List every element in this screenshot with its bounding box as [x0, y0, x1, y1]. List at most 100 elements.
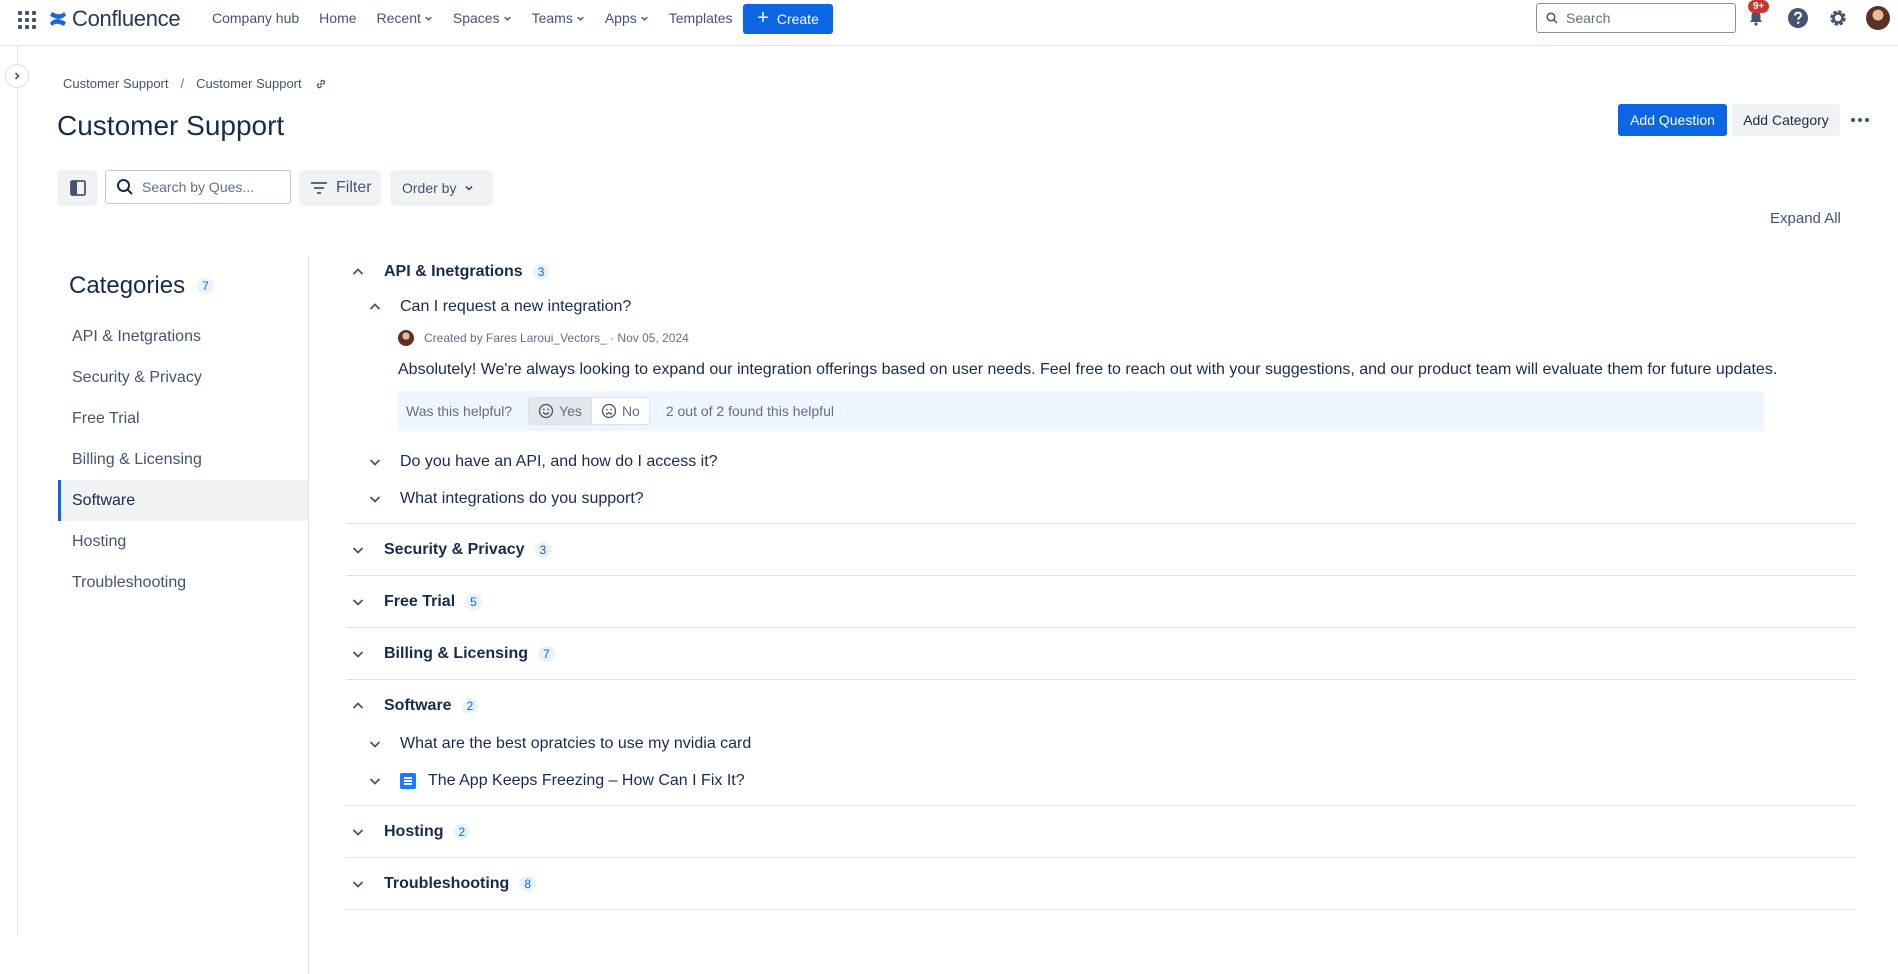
helpful-no-button[interactable]: No — [591, 398, 649, 424]
chevron-down-icon — [368, 737, 388, 751]
expand-all-button[interactable]: Expand All — [1770, 210, 1841, 227]
nav-apps[interactable]: Apps — [605, 10, 649, 26]
chevron-down-icon — [351, 595, 371, 609]
filter-button[interactable]: Filter — [299, 170, 381, 206]
chevron-down-icon — [368, 492, 388, 506]
help-button[interactable] — [1786, 6, 1810, 30]
question-text: The App Keeps Freezing – How Can I Fix I… — [428, 771, 745, 789]
toggle-panel-button[interactable] — [58, 170, 98, 206]
helpful-yes-button[interactable]: Yes — [529, 398, 592, 424]
chevron-down-icon — [351, 825, 371, 839]
global-search-input[interactable]: Search — [1536, 3, 1736, 33]
nav-recent[interactable]: Recent — [377, 10, 433, 26]
yes-label: Yes — [559, 403, 582, 419]
section-count: 2 — [453, 823, 471, 840]
chevron-down-icon — [351, 877, 371, 891]
section-count: 5 — [465, 593, 482, 610]
chevron-down-icon — [368, 774, 388, 788]
nav-links: Company hub Home Recent Spaces Teams App… — [212, 0, 753, 36]
meta-text: Created by Fares Laroui_Vectors_ · Nov 0… — [424, 331, 689, 345]
app-switcher-icon[interactable] — [16, 9, 36, 29]
question-text: Do you have an API, and how do I access … — [400, 452, 718, 470]
section-name: Free Trial — [384, 592, 456, 610]
section-header-software[interactable]: Software 2 — [346, 680, 1856, 725]
nav-spaces-label: Spaces — [452, 10, 500, 26]
top-navigation: Confluence Company hub Home Recent Space… — [0, 0, 1898, 46]
chevron-up-icon — [351, 265, 371, 279]
category-item-troubleshooting[interactable]: Troubleshooting — [58, 562, 308, 603]
breadcrumb-separator: / — [180, 76, 185, 91]
chevron-down-icon — [351, 647, 371, 661]
nav-company-hub[interactable]: Company hub — [212, 10, 299, 26]
question-search-input[interactable]: Search by Ques... — [105, 170, 291, 204]
section-name: Hosting — [384, 822, 444, 840]
category-item-free-trial[interactable]: Free Trial — [58, 398, 308, 439]
section-header-free-trial[interactable]: Free Trial 5 — [346, 576, 1856, 627]
nav-recent-label: Recent — [376, 10, 421, 26]
section-header-security[interactable]: Security & Privacy 3 — [346, 524, 1856, 575]
category-item-hosting[interactable]: Hosting — [58, 521, 308, 562]
question-header[interactable]: Can I request a new integration? — [346, 288, 1856, 325]
logo-text: Confluence — [72, 6, 181, 31]
more-actions-icon[interactable] — [1846, 108, 1874, 132]
section-header-api[interactable]: API & Inetgrations 3 — [346, 256, 1856, 288]
categories-title: Categories — [69, 272, 186, 299]
chevron-up-icon — [351, 699, 371, 713]
link-icon[interactable] — [314, 77, 328, 91]
no-label: No — [621, 403, 640, 419]
confluence-logo-icon — [50, 12, 66, 26]
question-meta: Created by Fares Laroui_Vectors_ · Nov 0… — [398, 325, 1856, 351]
helpful-bar: Was this helpful? Yes No 2 out of 2 foun… — [398, 391, 1764, 431]
settings-button[interactable] — [1826, 6, 1850, 30]
plus-icon: + — [757, 7, 769, 29]
nav-teams[interactable]: Teams — [532, 10, 585, 26]
category-item-security[interactable]: Security & Privacy — [58, 357, 308, 398]
nav-spaces[interactable]: Spaces — [453, 10, 512, 26]
section-header-hosting[interactable]: Hosting 2 — [346, 806, 1856, 857]
confluence-logo[interactable]: Confluence — [48, 6, 181, 32]
answer-text: Absolutely! We're always looking to expa… — [398, 361, 1778, 378]
section-header-troubleshooting[interactable]: Troubleshooting 8 — [346, 858, 1856, 909]
expand-sidebar-button[interactable] — [5, 64, 29, 88]
question-answer: Created by Fares Laroui_Vectors_ · Nov 0… — [346, 325, 1856, 441]
chevron-down-icon — [503, 16, 511, 21]
helpful-count: 2 out of 2 found this helpful — [665, 403, 834, 419]
category-item-software[interactable]: Software — [58, 480, 308, 521]
sidebar-panel-icon — [70, 180, 86, 196]
section-name: API & Inetgrations — [384, 263, 523, 280]
smile-icon — [538, 403, 554, 419]
section-count: 3 — [534, 541, 552, 558]
faq-section: Software 2 What are the best opratcies t… — [346, 680, 1856, 806]
question-header[interactable]: What are the best opratcies to use my nv… — [346, 725, 1856, 762]
nav-apps-label: Apps — [604, 10, 637, 26]
question-header[interactable]: Do you have an API, and how do I access … — [346, 443, 1856, 480]
user-avatar[interactable] — [1866, 6, 1890, 30]
nav-home[interactable]: Home — [319, 10, 356, 26]
chevron-right-icon — [14, 72, 20, 80]
frown-icon — [601, 403, 617, 419]
chevron-down-icon — [577, 16, 584, 21]
faq-section: Billing & Licensing 7 — [346, 628, 1856, 680]
helpful-prompt: Was this helpful? — [406, 403, 513, 419]
chevron-down-icon — [425, 16, 432, 21]
create-label: Create — [776, 11, 819, 27]
faq-section: Security & Privacy 3 — [346, 524, 1856, 576]
page-title: Customer Support — [57, 110, 285, 141]
add-question-button[interactable]: Add Question — [1618, 104, 1727, 136]
question-header[interactable]: The App Keeps Freezing – How Can I Fix I… — [346, 762, 1856, 799]
add-category-button[interactable]: Add Category — [1732, 104, 1840, 136]
global-search-placeholder: Search — [1566, 10, 1611, 26]
create-button[interactable]: + Create — [743, 4, 833, 34]
section-header-billing[interactable]: Billing & Licensing 7 — [346, 628, 1856, 679]
question-header[interactable]: What integrations do you support? — [346, 480, 1856, 517]
category-item-api[interactable]: API & Inetgrations — [58, 316, 308, 357]
category-item-billing[interactable]: Billing & Licensing — [58, 439, 308, 480]
search-icon — [117, 179, 133, 195]
filter-label: Filter — [336, 179, 372, 196]
nav-templates[interactable]: Templates — [669, 10, 733, 26]
section-name: Troubleshooting — [384, 874, 510, 892]
chevron-down-icon — [465, 185, 474, 191]
breadcrumb-item[interactable]: Customer Support — [196, 76, 302, 91]
order-by-dropdown[interactable]: Order by — [390, 170, 493, 206]
breadcrumb-item[interactable]: Customer Support — [63, 76, 169, 91]
